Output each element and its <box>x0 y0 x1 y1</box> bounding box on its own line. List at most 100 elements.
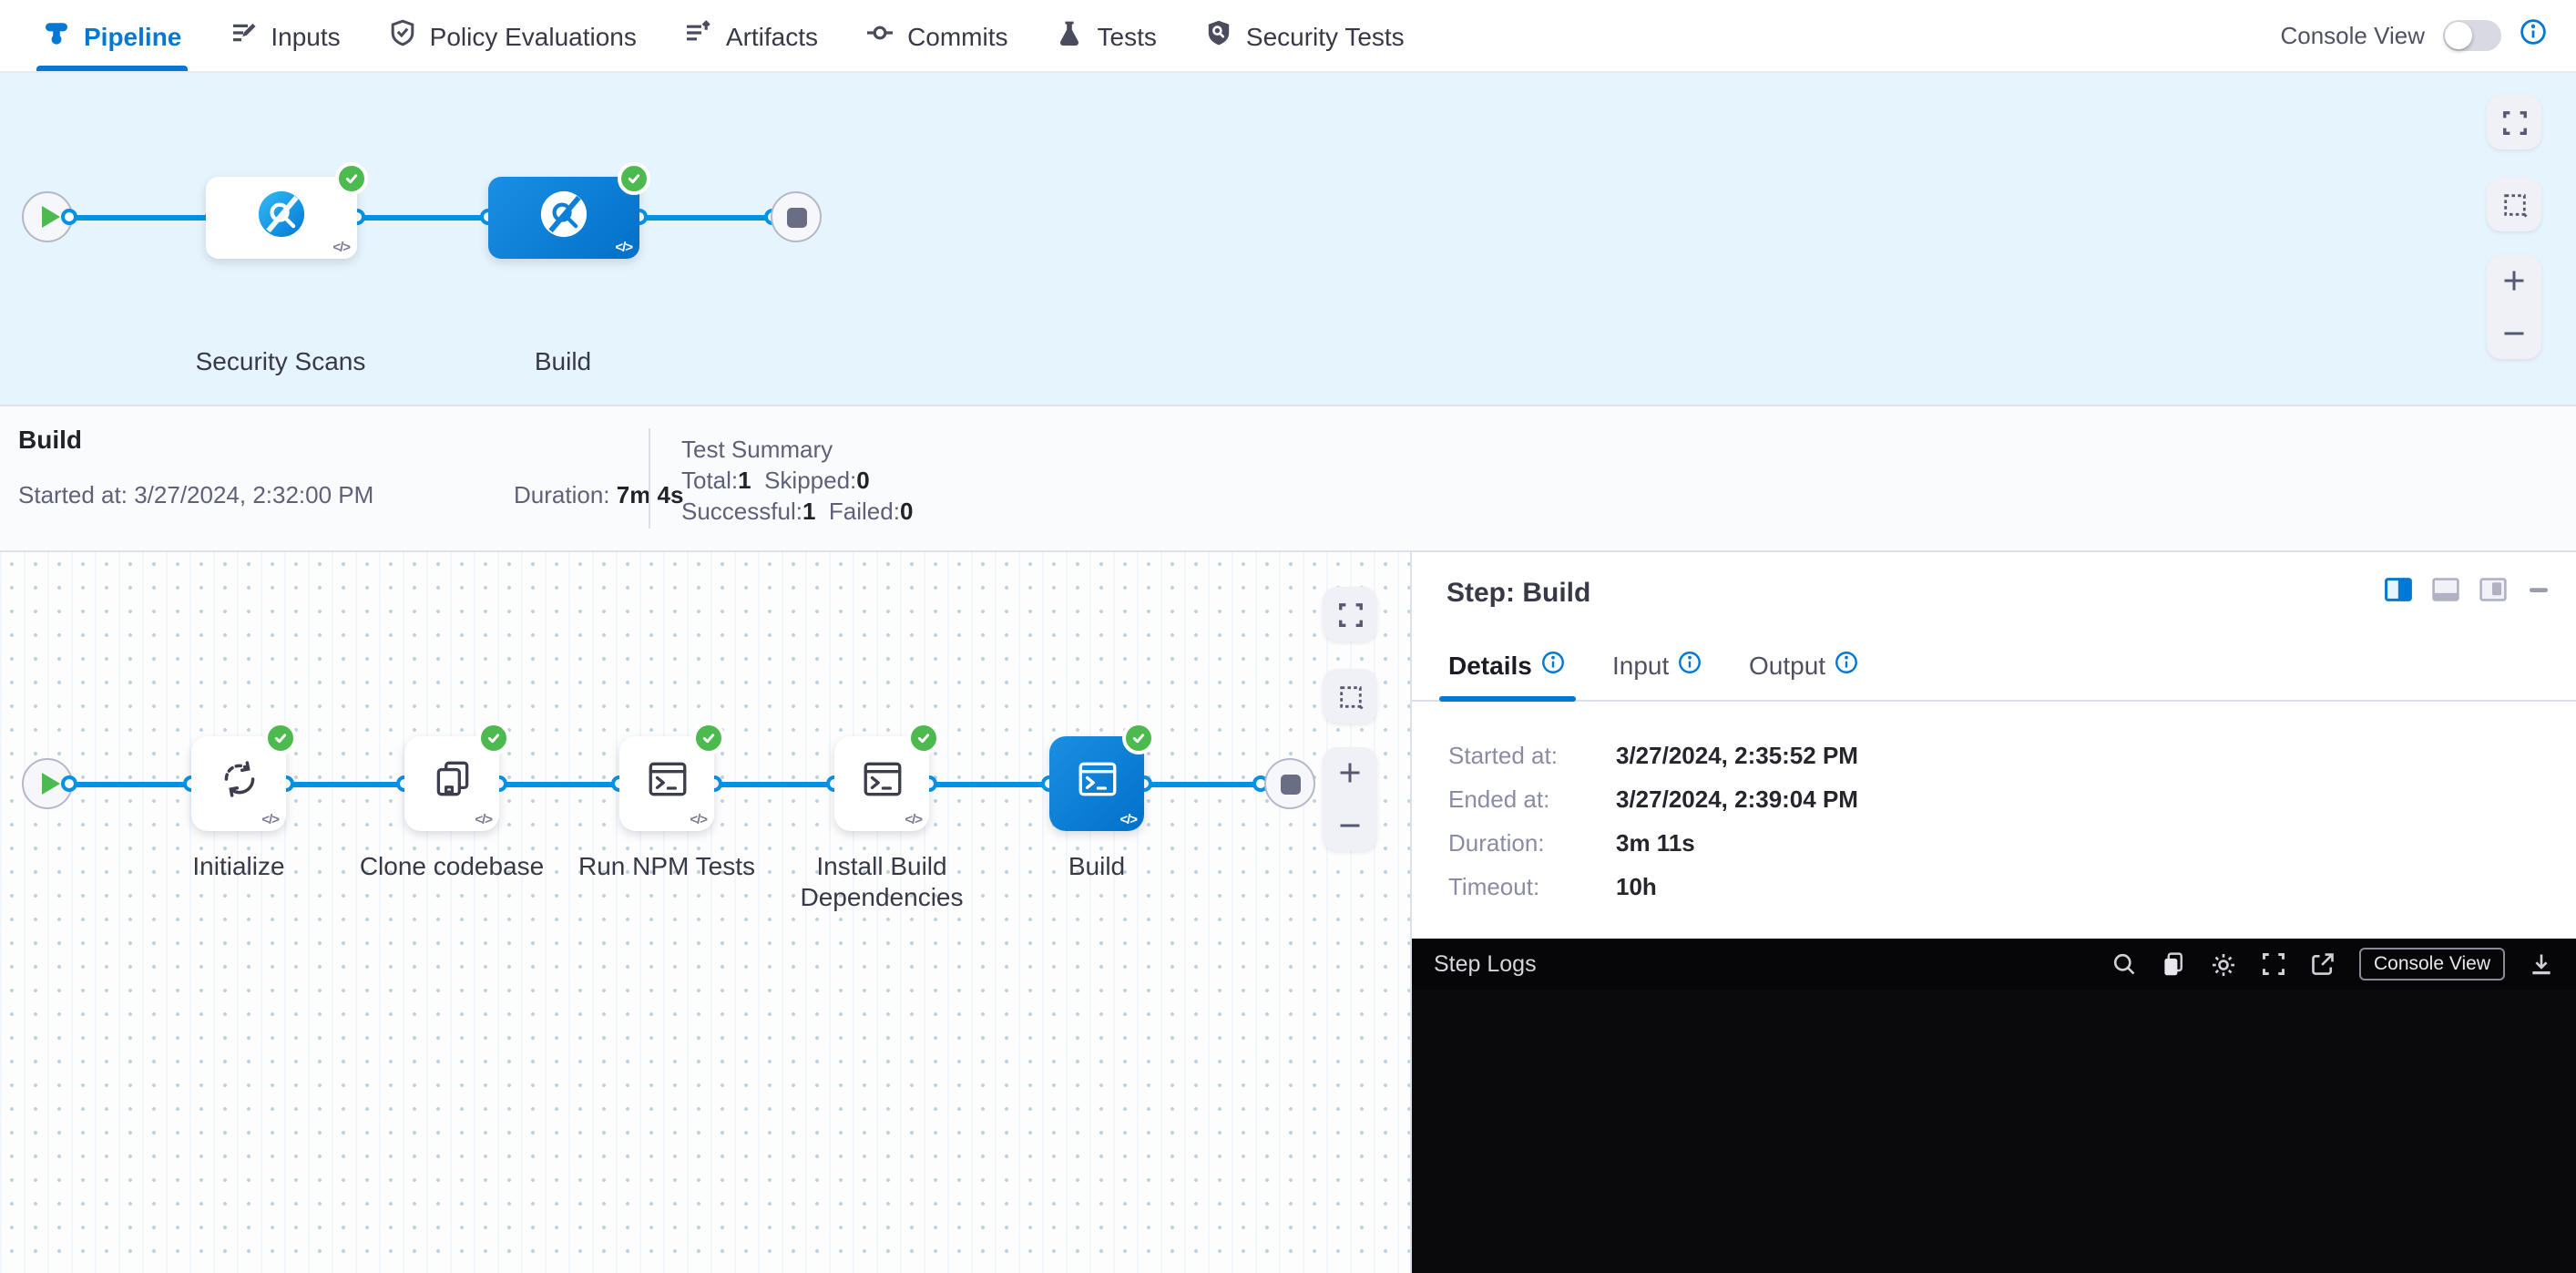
tab-tests[interactable]: Tests <box>1032 0 1181 71</box>
stage-node-security-scans[interactable]: </> <box>206 177 357 259</box>
console-view-label: Console View <box>2280 22 2425 49</box>
play-icon <box>41 206 59 228</box>
stage-end-node[interactable] <box>1264 758 1315 809</box>
duration-label: Duration: <box>514 481 610 508</box>
step-node-build[interactable]: </> <box>1049 736 1144 831</box>
console-view-toggle[interactable] <box>2443 20 2501 51</box>
step-node-clone-codebase[interactable]: </> <box>404 736 499 831</box>
tab-input[interactable]: Input <box>1612 651 1702 680</box>
layout-split-view-icon[interactable] <box>2385 578 2412 601</box>
download-logs-icon[interactable] <box>2529 951 2554 977</box>
tab-label: Artifacts <box>726 21 818 50</box>
test-summary-counts-1: Total:1 Skipped:0 <box>681 467 870 494</box>
stage-label[interactable]: Security Scans <box>196 346 366 377</box>
detail-value: 3m 11s <box>1616 829 1695 857</box>
step-label[interactable]: Build <box>1068 851 1125 882</box>
failed-label: Failed: <box>829 498 900 525</box>
shield-scan-icon <box>1204 18 1233 53</box>
canvas-fullscreen-button[interactable] <box>1323 587 1377 642</box>
tab-output[interactable]: Output <box>1749 651 1858 680</box>
link-port <box>61 209 77 225</box>
skipped-label: Skipped: <box>764 467 856 494</box>
execution-summary-band: Build Started at: 3/27/2024, 2:32:00 PM … <box>0 405 2576 552</box>
nav-right-controls: Console View <box>2280 0 2558 71</box>
step-node-initialize[interactable]: </> <box>191 736 286 831</box>
test-summary-title: Test Summary <box>681 436 833 463</box>
pipeline-end-node[interactable] <box>771 191 822 242</box>
tab-pipeline[interactable]: Pipeline <box>18 0 205 71</box>
stop-icon <box>786 207 806 227</box>
step-label[interactable]: Install Build Dependencies <box>791 851 973 913</box>
step-node-install-build-dependencies[interactable]: </> <box>834 736 929 831</box>
console-view-button[interactable]: Console View <box>2359 948 2505 980</box>
zoom-in-button[interactable] <box>1323 747 1377 799</box>
step-panel-title: Step: Build <box>1446 578 1590 609</box>
canvas-fullscreen-button[interactable] <box>2487 95 2541 149</box>
panel-layout-controls <box>2385 578 2550 601</box>
zoom-out-button[interactable] <box>2487 307 2541 359</box>
canvas-zoom-control <box>2487 255 2541 359</box>
detail-label: Ended at: <box>1448 785 1549 813</box>
play-icon <box>41 773 59 795</box>
logs-fullscreen-icon[interactable] <box>2261 951 2286 977</box>
log-row: 18333info3/27/2024, 2:38:59 PM[18:38:59]… <box>1412 1254 2576 1273</box>
divider <box>649 428 650 529</box>
copy-icon[interactable] <box>2161 951 2186 977</box>
step-graph-canvas[interactable]: </> Initialize </> Clone codebase </> Ru… <box>0 552 1412 1273</box>
code-glyph: </> <box>1119 811 1137 827</box>
tab-label: Tests <box>1098 21 1157 50</box>
layout-bottom-view-icon[interactable] <box>2432 578 2459 601</box>
flask-icon <box>1056 18 1085 53</box>
detail-label: Started at: <box>1448 742 1558 769</box>
tab-artifacts[interactable]: Artifacts <box>660 0 842 71</box>
minimize-panel-icon[interactable] <box>2527 578 2550 601</box>
step-node-run-npm-tests[interactable]: </> <box>619 736 714 831</box>
step-label[interactable]: Clone codebase <box>360 851 544 882</box>
initialize-refresh-icon <box>216 756 261 811</box>
success-badge <box>692 722 725 755</box>
info-icon[interactable] <box>1835 651 1858 680</box>
failed-value: 0 <box>900 498 913 525</box>
test-summary-counts-2: Successful:1 Failed:0 <box>681 498 913 525</box>
canvas-select-button[interactable] <box>1323 669 1377 724</box>
log-settings-gear-icon[interactable] <box>2210 950 2237 978</box>
open-in-new-window-icon[interactable] <box>2310 951 2336 977</box>
zoom-out-button[interactable] <box>1323 799 1377 851</box>
stage-label[interactable]: Build <box>535 346 591 377</box>
top-nav: Pipeline Inputs Policy Evaluations Artif… <box>0 0 2576 73</box>
tab-commits[interactable]: Commits <box>842 0 1031 71</box>
step-logs-header: Step Logs Console View <box>1412 939 2576 990</box>
toggle-knob <box>2445 22 2472 49</box>
successful-value: 1 <box>802 498 815 525</box>
info-icon[interactable] <box>1678 651 1702 680</box>
stop-icon <box>1280 774 1300 794</box>
detail-value: 3/27/2024, 2:39:04 PM <box>1616 785 1858 813</box>
terminal-icon <box>859 756 905 811</box>
terminal-icon <box>1074 756 1119 811</box>
search-icon[interactable] <box>2111 951 2137 977</box>
code-glyph: </> <box>615 239 632 255</box>
detail-value: 10h <box>1616 873 1657 900</box>
tab-details[interactable]: Details <box>1448 651 1565 680</box>
info-icon[interactable] <box>2520 17 2547 54</box>
success-badge <box>907 722 940 755</box>
stage-graph-canvas[interactable]: </> Security Scans </> Build <box>0 73 2576 405</box>
zoom-in-button[interactable] <box>2487 255 2541 307</box>
layout-drawer-view-icon[interactable] <box>2479 578 2507 601</box>
success-badge <box>618 162 650 195</box>
tab-policy-evaluations[interactable]: Policy Evaluations <box>364 0 660 71</box>
tab-security-tests[interactable]: Security Tests <box>1181 0 1428 71</box>
security-stage-icon <box>257 189 306 247</box>
log-row: 18331info3/27/2024, 2:38:59 PM[18:38:59]… <box>1412 1180 2576 1217</box>
info-icon[interactable] <box>1541 651 1565 680</box>
pipeline-icon <box>42 18 71 53</box>
tab-inputs[interactable]: Inputs <box>205 0 363 71</box>
stage-node-build[interactable]: </> <box>488 177 639 259</box>
canvas-select-button[interactable] <box>2487 177 2541 231</box>
step-label[interactable]: Run NPM Tests <box>578 851 755 882</box>
step-logs-title: Step Logs <box>1434 951 1537 977</box>
log-row: 18332info3/27/2024, 2:38:59 PM[18:38:59]… <box>1412 1217 2576 1255</box>
total-value: 1 <box>738 467 751 494</box>
artifacts-icon <box>684 18 713 53</box>
step-label[interactable]: Initialize <box>192 851 284 882</box>
